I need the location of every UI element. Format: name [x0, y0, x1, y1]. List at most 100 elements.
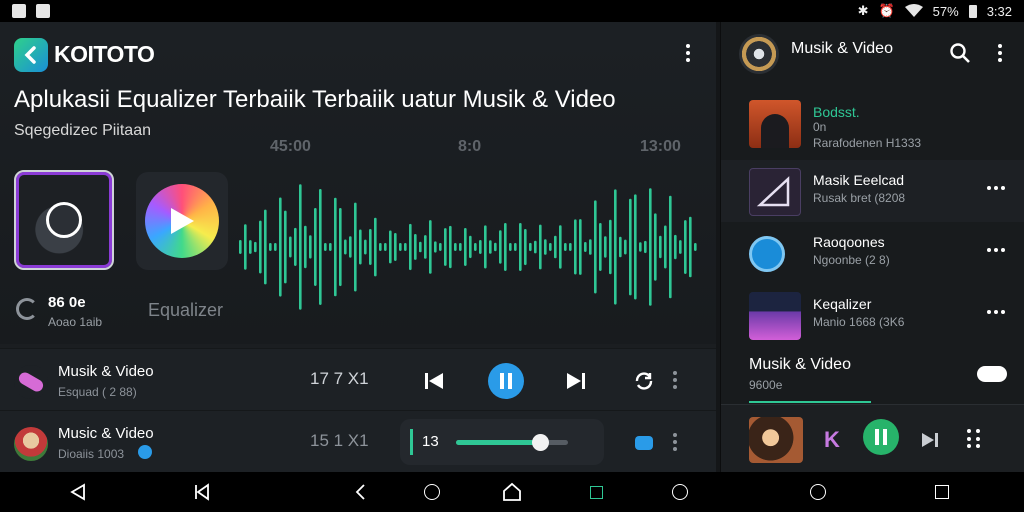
waveform-bar — [334, 197, 337, 297]
page-title: Aplukasii Equalizer Terbaiik Terbaiik ua… — [14, 86, 616, 113]
waveform-bar — [479, 240, 482, 254]
app-brand: KOITOTO — [54, 41, 155, 67]
play-triangle-icon — [171, 208, 194, 234]
previous-button[interactable] — [420, 367, 448, 395]
section-toggle[interactable] — [977, 366, 1007, 382]
house-button[interactable] — [502, 482, 522, 502]
slider-marker — [410, 429, 413, 455]
item-title: Bodsst. — [813, 104, 860, 120]
waveform-bar — [504, 223, 507, 271]
avatar — [14, 427, 48, 461]
chart-line-icon — [756, 176, 790, 207]
waveform-bar — [639, 242, 642, 252]
rewind-button[interactable] — [192, 482, 212, 502]
list-item[interactable]: Raoqoones Ngoonbe (2 8) — [721, 222, 1024, 284]
row-more-button[interactable] — [664, 367, 686, 393]
track-row[interactable]: Musik & Video Esquad ( 2 88) 17 7 X1 — [0, 348, 716, 410]
album-art-vinyl[interactable] — [14, 170, 114, 270]
queue-grid-icon[interactable] — [967, 429, 983, 449]
home-circle-icon — [424, 484, 440, 500]
repeat-button[interactable] — [630, 367, 658, 395]
home-circle-icon — [810, 484, 826, 500]
list-item[interactable]: Bodsst. 0n Rarafodenen H1333 — [721, 92, 1024, 154]
vinyl-icon — [46, 202, 82, 238]
waveform-bar — [354, 202, 357, 292]
section-progress — [749, 401, 871, 403]
battery-icon — [968, 4, 977, 18]
waveform-bar — [279, 197, 282, 297]
home-button[interactable] — [422, 482, 442, 502]
recents-button[interactable] — [932, 482, 952, 502]
recents-green-button[interactable] — [586, 482, 606, 502]
section-title: Musik & Video — [749, 356, 851, 373]
chat-button[interactable] — [630, 431, 658, 455]
album-art-play[interactable] — [136, 172, 228, 270]
wifi-icon — [904, 4, 923, 17]
mini-next-button[interactable] — [917, 427, 943, 453]
item-title: Keqalizer — [813, 296, 872, 312]
equalizer-refresh-icon[interactable] — [16, 298, 38, 320]
time-tick-1: 45:00 — [270, 138, 311, 155]
waveform-bar — [299, 184, 302, 310]
mini-play-pause-button[interactable] — [863, 419, 899, 455]
waveform-bar — [604, 236, 607, 258]
slider-thumb[interactable] — [532, 434, 549, 451]
thumbnail — [749, 236, 785, 272]
next-button[interactable] — [562, 367, 590, 395]
waveform-bar — [439, 243, 442, 251]
waveform-bar — [684, 220, 687, 274]
home-button-2[interactable] — [808, 482, 828, 502]
waveform-bar — [269, 243, 272, 251]
item-more-button[interactable] — [987, 248, 1005, 252]
waveform-bar — [264, 209, 267, 285]
rewind-icon — [195, 483, 209, 501]
waveform-bar — [489, 240, 492, 254]
waveform-bar — [344, 239, 347, 255]
circle-button[interactable] — [670, 482, 690, 502]
waveform-bar — [414, 234, 417, 260]
waveform-bar — [409, 223, 412, 271]
battery-percent: 57% — [932, 3, 959, 19]
item-more-button[interactable] — [987, 186, 1005, 190]
item-more-button[interactable] — [987, 310, 1005, 314]
item-subtitle: Rusak bret (8208 — [813, 191, 906, 205]
play-pause-button[interactable] — [488, 363, 524, 399]
color-disc-icon — [145, 184, 219, 258]
waveform-bar — [514, 243, 517, 251]
list-item[interactable]: Keqalizer Manio 1668 (3K6 — [721, 284, 1024, 346]
chevron-left-button[interactable] — [350, 482, 370, 502]
waveform-bar — [664, 225, 667, 269]
item-title: Raoqoones — [813, 234, 885, 250]
back-triangle-icon — [70, 483, 85, 501]
sidebar-more-button[interactable] — [989, 40, 1011, 66]
waveform-bar — [674, 234, 677, 260]
bluetooth-icon: ✱ — [857, 3, 869, 18]
waveform-bar — [379, 243, 382, 251]
waveform-bar — [459, 243, 462, 251]
tag-icon — [14, 365, 48, 399]
waveform-bar — [574, 219, 577, 275]
more-options-button[interactable] — [677, 40, 699, 66]
slider-fill — [456, 440, 540, 445]
row-more-button[interactable] — [664, 429, 686, 455]
volume-slider[interactable] — [456, 434, 568, 451]
waveform-bar — [654, 213, 657, 281]
waveform-bar — [259, 220, 262, 274]
sidebar-title: Musik & Video — [791, 40, 893, 57]
waveform-bar — [624, 239, 627, 255]
list-item[interactable]: Masik Eeelcad Rusak bret (8208 — [721, 160, 1024, 222]
track-row[interactable]: Music & Video Dioaiis 1003 15 1 X1 13 — [0, 410, 716, 472]
app-logo[interactable] — [14, 38, 48, 72]
avatar[interactable] — [739, 34, 779, 74]
mini-previous-button[interactable]: K — [819, 427, 845, 453]
audio-waveform[interactable] — [238, 172, 698, 322]
item-title: Masik Eeelcad — [813, 172, 905, 188]
back-button[interactable] — [68, 482, 88, 502]
search-icon[interactable] — [949, 42, 971, 64]
hero-section: KOITOTO Aplukasii Equalizer Terbaiik Ter… — [0, 22, 716, 344]
mini-player[interactable]: K — [721, 404, 1024, 472]
waveform-bar — [589, 239, 592, 255]
waveform-bar — [509, 243, 512, 251]
skip-next-icon — [567, 373, 585, 389]
track-title: Musik & Video — [58, 363, 154, 380]
